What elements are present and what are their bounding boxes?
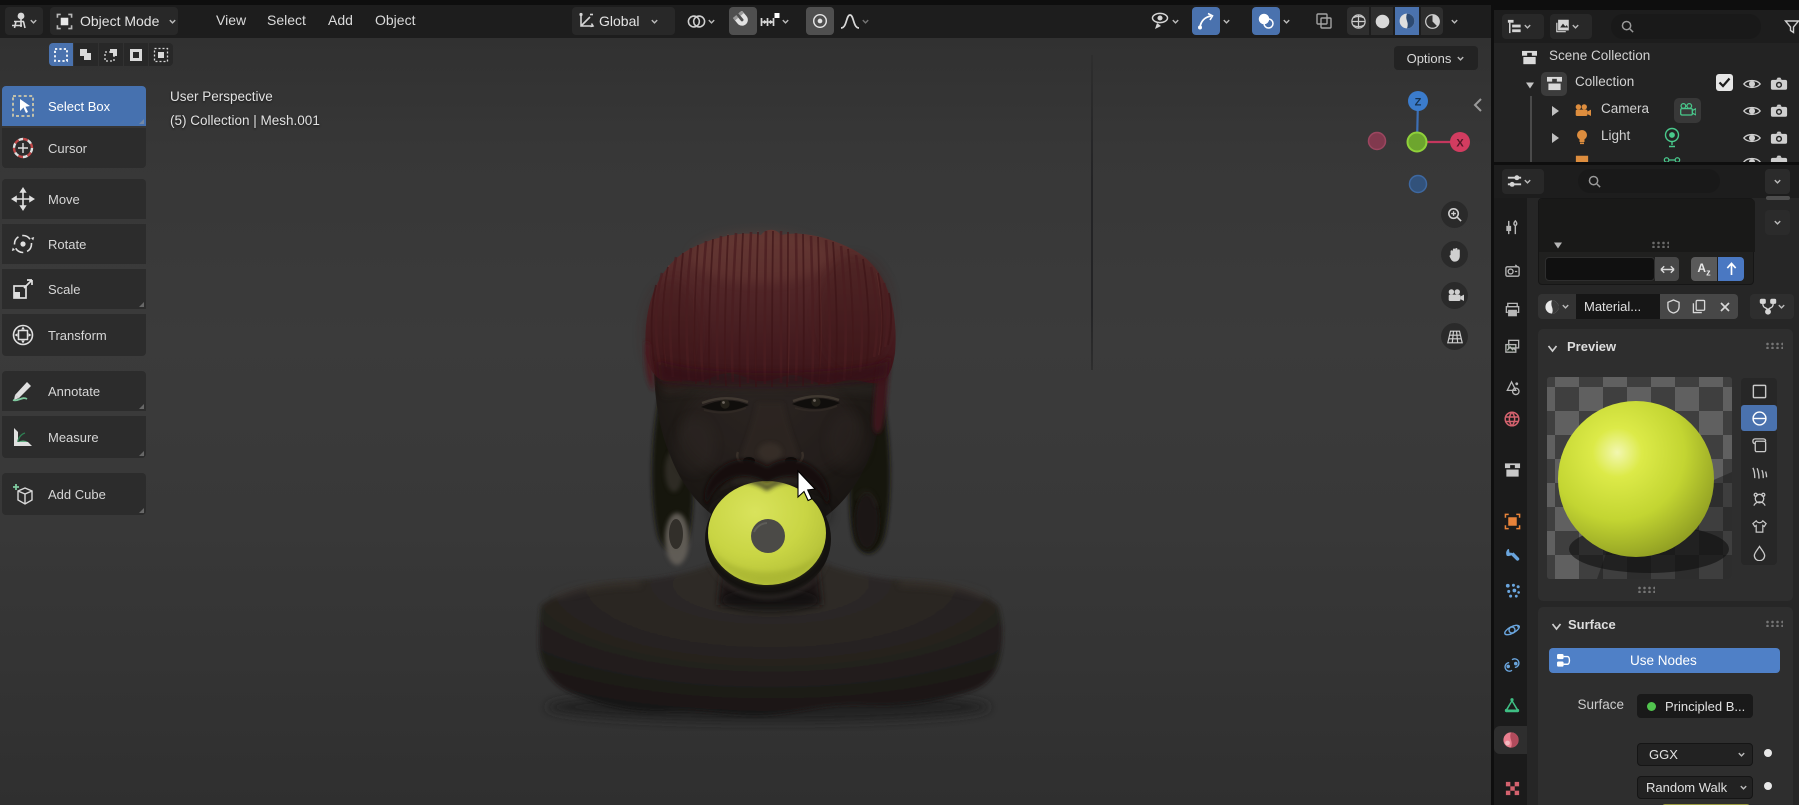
svg-text:Z: Z <box>1415 97 1422 109</box>
svg-text:X: X <box>1456 138 1464 150</box>
